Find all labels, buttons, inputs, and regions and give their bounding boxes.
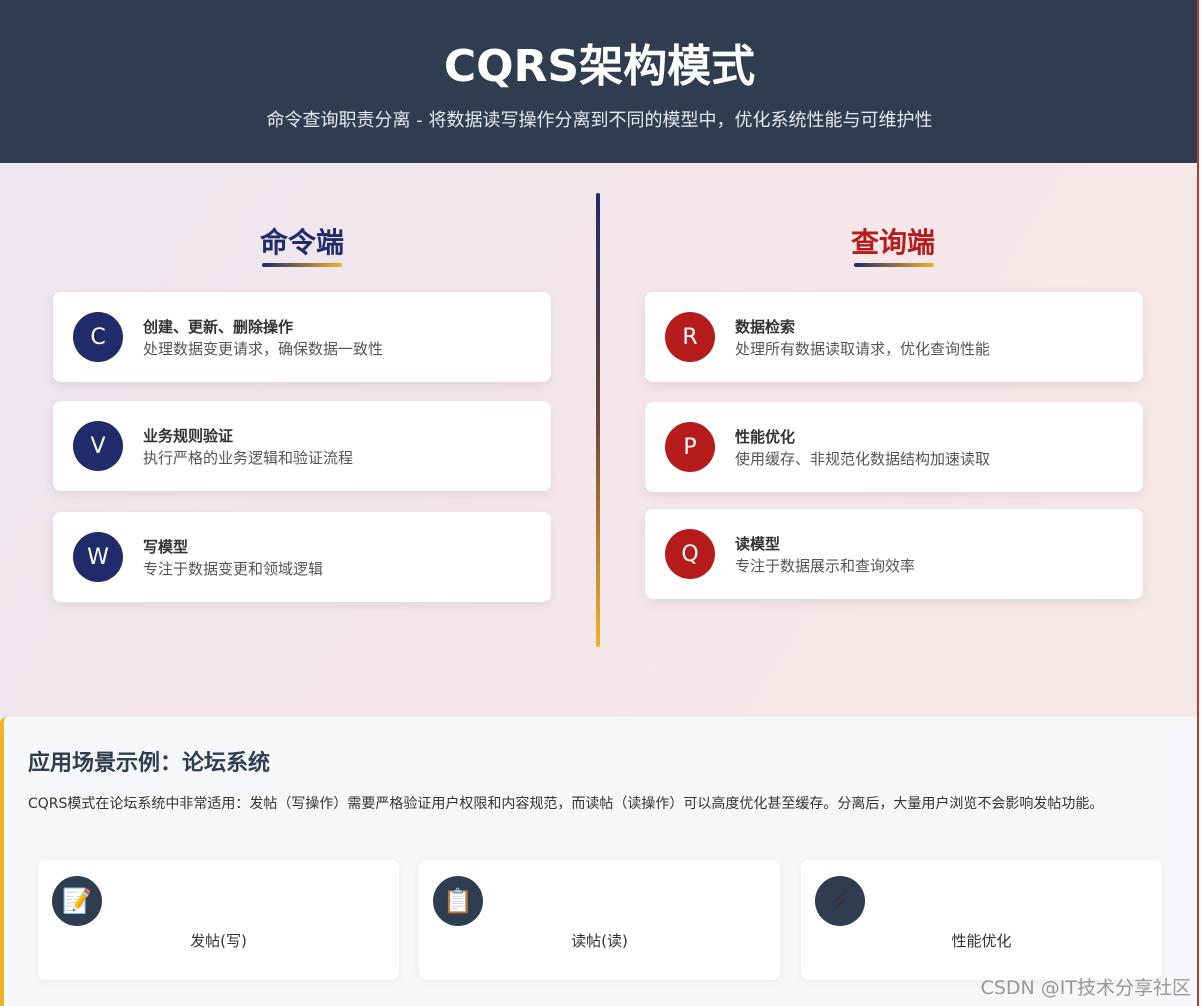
watermark: CSDN @IT技术分享社区 <box>980 977 1191 999</box>
clipboard-icon: 📋 <box>433 876 483 926</box>
page-header: CQRS架构模式 命令查询职责分离 - 将数据读写操作分离到不同的模型中，优化系… <box>0 0 1197 163</box>
memo-icon: 📝 <box>52 876 102 926</box>
card-title: 读模型 <box>735 535 781 553</box>
card-title: 性能优化 <box>735 428 796 446</box>
query-card-retrieval: R 数据检索 处理所有数据读取请求，优化查询性能 <box>645 292 1143 382</box>
scenario-section: 应用场景示例：论坛系统 CQRS模式在论坛系统中非常适用：发帖（写操作）需要严格… <box>0 717 1197 1006</box>
scenario-title: 应用场景示例：论坛系统 <box>28 751 271 776</box>
card-description: 处理所有数据读取请求，优化查询性能 <box>735 340 991 358</box>
card-title: 创建、更新、删除操作 <box>143 318 294 336</box>
page-title: CQRS架构模式 <box>443 41 756 92</box>
query-card-performance: P 性能优化 使用缓存、非规范化数据结构加速读取 <box>645 402 1143 492</box>
command-card-validation: V 业务规则验证 执行严格的业务逻辑和验证流程 <box>53 401 551 491</box>
scenario-card-label: 性能优化 <box>951 932 1012 950</box>
scenario-card-read: 📋 读帖(读) <box>419 860 780 980</box>
lightning-icon: ⚡ <box>815 876 865 926</box>
page-frame: CQRS架构模式 命令查询职责分离 - 将数据读写操作分离到不同的模型中，优化系… <box>0 0 1199 1006</box>
command-side-title: 命令端 <box>259 226 344 259</box>
badge-w: W <box>73 532 123 582</box>
badge-v: V <box>73 421 123 471</box>
query-card-read-model: Q 读模型 专注于数据展示和查询效率 <box>645 509 1143 599</box>
badge-c: C <box>73 312 123 362</box>
badge-p: P <box>665 422 715 472</box>
command-title-underline <box>262 263 342 267</box>
card-description: 使用缓存、非规范化数据结构加速读取 <box>735 450 991 468</box>
card-title: 业务规则验证 <box>143 427 234 445</box>
scenario-card-label: 发帖(写) <box>190 932 247 950</box>
scenario-text: CQRS模式在论坛系统中非常适用：发帖（写操作）需要严格验证用户权限和内容规范，… <box>28 796 1104 812</box>
card-description: 执行严格的业务逻辑和验证流程 <box>143 449 354 467</box>
card-description: 专注于数据变更和领域逻辑 <box>143 560 324 578</box>
card-title: 数据检索 <box>735 318 796 336</box>
architecture-panel: 命令端 查询端 C 创建、更新、删除操作 处理数据变更请求，确保数据一致性 V … <box>0 163 1197 717</box>
column-divider <box>596 193 600 647</box>
scenario-card-label: 读帖(读) <box>571 932 628 950</box>
command-card-write-model: W 写模型 专注于数据变更和领域逻辑 <box>53 512 551 602</box>
page-subtitle: 命令查询职责分离 - 将数据读写操作分离到不同的模型中，优化系统性能与可维护性 <box>266 110 933 131</box>
card-description: 专注于数据展示和查询效率 <box>735 557 916 575</box>
scenario-card-post: 📝 发帖(写) <box>38 860 399 980</box>
badge-r: R <box>665 312 715 362</box>
scenario-card-performance: ⚡ 性能优化 <box>801 860 1162 980</box>
command-card-create-update-delete: C 创建、更新、删除操作 处理数据变更请求，确保数据一致性 <box>53 292 551 382</box>
card-title: 写模型 <box>143 538 189 556</box>
query-side-title: 查询端 <box>850 226 935 259</box>
card-description: 处理数据变更请求，确保数据一致性 <box>143 340 384 358</box>
query-title-underline <box>854 263 934 267</box>
badge-q: Q <box>665 529 715 579</box>
